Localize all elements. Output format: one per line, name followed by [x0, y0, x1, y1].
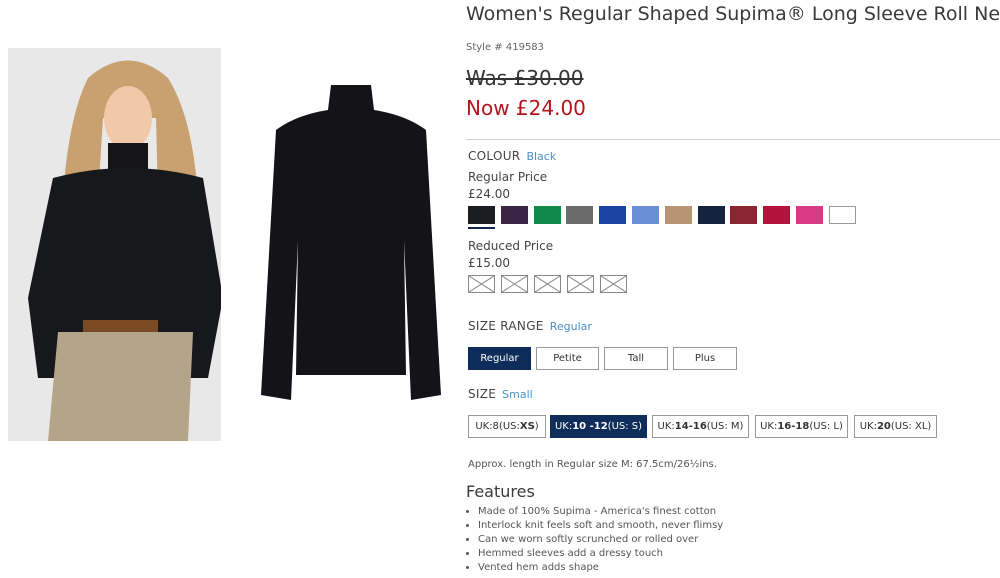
feature-item: Made of 100% Supima - America's finest c… — [478, 505, 998, 519]
colour-swatch[interactable] — [828, 206, 856, 224]
colour-swatch[interactable] — [697, 206, 725, 224]
colour-swatch[interactable] — [533, 206, 561, 224]
size-m-bold: 14-16 — [674, 421, 707, 432]
size-xl-post: (US: XL) — [890, 421, 932, 432]
size-s-bold: 10 -12 — [572, 421, 608, 432]
colour-swatch[interactable] — [566, 206, 594, 224]
selected-size-range: Regular — [549, 320, 592, 333]
regular-price-label: Regular Price — [468, 170, 548, 184]
feature-item: Hemmed sleeves add a dressy touch — [478, 547, 998, 561]
colour-swatch[interactable] — [763, 206, 791, 224]
size-xl-button[interactable]: UK: 20 (US: XL) — [854, 415, 937, 438]
size-label: SIZE Small — [468, 387, 533, 401]
model-photo[interactable] — [8, 48, 221, 441]
size-label-text: SIZE — [468, 387, 497, 401]
size-l-bold: 16-18 — [777, 421, 810, 432]
size-s-post: (US: S) — [607, 421, 643, 432]
colour-swatch[interactable] — [632, 206, 659, 224]
approx-length-note: Approx. length in Regular size M: 67.5cm… — [468, 459, 717, 470]
feature-item: Interlock knit feels soft and smooth, ne… — [478, 519, 998, 533]
colour-swatch[interactable] — [599, 206, 627, 224]
colour-swatch[interactable] — [730, 206, 758, 224]
unavailable-swatch — [534, 275, 561, 293]
colour-swatch[interactable] — [796, 206, 823, 224]
size-s-pre: UK: — [554, 421, 573, 432]
features-heading: Features — [466, 482, 535, 501]
unavailable-swatch — [501, 275, 528, 293]
colour-label: COLOUR Black — [468, 149, 556, 163]
size-m-button[interactable]: UK: 14-16 (US: M) — [652, 415, 749, 438]
size-m-pre: UK: — [657, 421, 675, 432]
size-m-post: (US: M) — [706, 421, 744, 432]
size-s-button[interactable]: UK: 10 -12 (US: S) — [550, 415, 647, 438]
size-range-petite-button[interactable]: Petite — [536, 347, 599, 370]
reduced-price-value: £15.00 — [468, 256, 510, 270]
style-number: Style # 419583 — [466, 42, 545, 53]
selected-size: Small — [502, 388, 533, 401]
size-range-plus-button[interactable]: Plus — [673, 347, 737, 370]
now-price: Now £24.00 — [466, 96, 586, 120]
size-l-pre: UK: — [760, 421, 778, 432]
regular-price-value: £24.00 — [468, 187, 510, 201]
size-xs-pre: UK:8(US: — [475, 421, 520, 432]
size-range-label: SIZE RANGE Regular — [468, 319, 592, 333]
size-xs-post: ) — [534, 421, 539, 432]
size-xs-bold: XS — [519, 421, 535, 432]
divider — [466, 139, 1000, 140]
product-flat-image[interactable] — [256, 80, 446, 410]
colour-swatch[interactable] — [468, 206, 495, 224]
size-range-regular-button[interactable]: Regular — [468, 347, 531, 370]
size-xs-button[interactable]: UK:8(US: XS) — [468, 415, 546, 438]
feature-item: Can we worn softly scrunched or rolled o… — [478, 533, 998, 547]
colour-swatch[interactable] — [500, 206, 528, 224]
features-list: Made of 100% Supima - America's finest c… — [466, 505, 998, 575]
unavailable-swatch — [567, 275, 594, 293]
selected-swatch-indicator — [468, 227, 495, 229]
reduced-price-label: Reduced Price — [468, 239, 554, 253]
feature-item: Vented hem adds shape — [478, 561, 998, 575]
colour-swatch[interactable] — [664, 206, 692, 224]
unavailable-swatch — [600, 275, 627, 293]
was-price: Was £30.00 — [466, 66, 584, 90]
unavailable-swatch — [468, 275, 495, 293]
colour-label-text: COLOUR — [468, 149, 521, 163]
size-xl-bold: 20 — [876, 421, 891, 432]
product-title: Women's Regular Shaped Supima® Long Slee… — [466, 3, 1000, 25]
size-range-label-text: SIZE RANGE — [468, 319, 544, 333]
size-range-tall-button[interactable]: Tall — [604, 347, 668, 370]
size-l-button[interactable]: UK: 16-18 (US: L) — [755, 415, 848, 438]
size-xl-pre: UK: — [859, 421, 877, 432]
size-l-post: (US: L) — [809, 421, 843, 432]
selected-colour: Black — [526, 150, 557, 163]
